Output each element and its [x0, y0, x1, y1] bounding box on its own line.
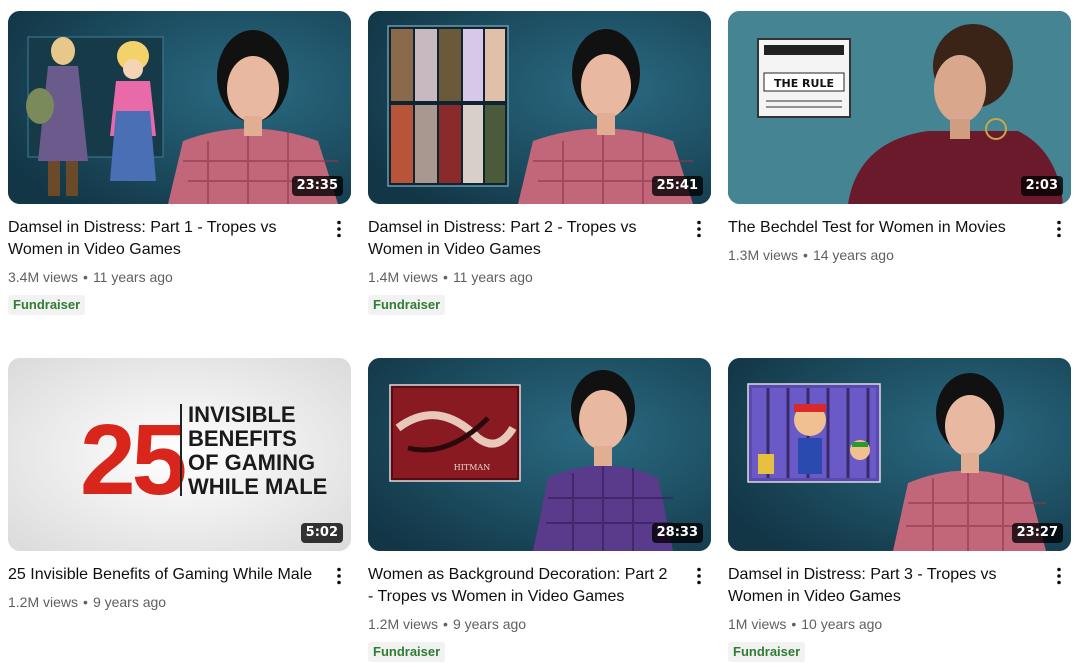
view-count: 1.2M views	[8, 594, 79, 610]
sign-title: THE RULE	[774, 77, 834, 90]
thumb-line-4: WHILE MALE	[188, 474, 327, 499]
separator-dot: •	[83, 594, 88, 610]
video-stats: 1.2M views • 9 years ago	[8, 592, 317, 612]
video-title[interactable]: Damsel in Distress: Part 1 - Tropes vs W…	[8, 217, 317, 261]
thumb-line-3: OF GAMING	[188, 450, 315, 475]
video-card[interactable]: 23:35 Damsel in Distress: Part 1 - Trope…	[8, 11, 351, 315]
upload-age: 9 years ago	[452, 616, 527, 632]
more-vert-icon[interactable]	[1047, 564, 1071, 588]
view-count: 1M views	[728, 616, 787, 632]
video-title[interactable]: Women as Background Decoration: Part 2 -…	[368, 564, 677, 608]
more-vert-icon[interactable]	[327, 564, 351, 588]
fundraiser-badge: Fundraiser	[8, 295, 86, 315]
upload-age: 11 years ago	[452, 269, 533, 285]
video-title[interactable]: 25 Invisible Benefits of Gaming While Ma…	[8, 564, 317, 586]
more-vert-icon[interactable]	[1047, 217, 1071, 241]
video-card[interactable]: 25 INVISIBLE BENEFITS OF GAMING WHILE MA…	[8, 358, 351, 612]
fundraiser-badge: Fundraiser	[368, 642, 446, 662]
upload-age: 10 years ago	[801, 616, 883, 632]
video-card[interactable]: HITMAN 28:33 Women as Background Decorat…	[368, 358, 711, 662]
video-thumbnail[interactable]: 23:27	[728, 358, 1071, 551]
video-meta: The Bechdel Test for Women in Movies 1.3…	[728, 217, 1071, 265]
video-thumbnail[interactable]: 25 INVISIBLE BENEFITS OF GAMING WHILE MA…	[8, 358, 351, 551]
separator-dot: •	[443, 616, 448, 632]
video-stats: 1.2M views • 9 years ago	[368, 614, 677, 634]
view-count: 3.4M views	[8, 269, 79, 285]
duration-badge: 23:27	[1011, 523, 1063, 543]
duration-badge: 23:35	[291, 176, 343, 196]
more-vert-icon[interactable]	[687, 217, 711, 241]
separator-dot: •	[443, 269, 448, 285]
separator-dot: •	[791, 616, 797, 632]
view-count: 1.3M views	[728, 247, 799, 263]
separator-dot: •	[803, 247, 808, 263]
more-vert-icon[interactable]	[687, 564, 711, 588]
thumb-line-2: BENEFITS	[188, 426, 297, 451]
duration-badge: 2:03	[1020, 176, 1063, 196]
video-meta: 25 Invisible Benefits of Gaming While Ma…	[8, 564, 351, 612]
view-count: 1.2M views	[368, 616, 439, 632]
thumbnail-image: 25 INVISIBLE BENEFITS OF GAMING WHILE MA…	[8, 358, 351, 551]
duration-badge: 5:02	[300, 523, 343, 543]
upload-age: 11 years ago	[92, 269, 173, 285]
separator-dot: •	[83, 269, 88, 285]
video-meta: Women as Background Decoration: Part 2 -…	[368, 564, 711, 662]
video-stats: 1M views • 10 years ago	[728, 614, 1037, 634]
video-stats: 1.4M views • 11 years ago	[368, 267, 677, 287]
video-card[interactable]: THE RULE 2:03 The Bechdel Test for Women…	[728, 11, 1071, 265]
video-card[interactable]: 25:41 Damsel in Distress: Part 2 - Trope…	[368, 11, 711, 315]
upload-age: 14 years ago	[812, 247, 894, 263]
video-thumbnail[interactable]: HITMAN 28:33	[368, 358, 711, 551]
upload-age: 9 years ago	[92, 594, 167, 610]
video-thumbnail[interactable]: THE RULE 2:03	[728, 11, 1071, 204]
more-vert-icon[interactable]	[327, 217, 351, 241]
video-title[interactable]: The Bechdel Test for Women in Movies	[728, 217, 1037, 239]
video-title[interactable]: Damsel in Distress: Part 3 - Tropes vs W…	[728, 564, 1037, 608]
video-meta: Damsel in Distress: Part 3 - Tropes vs W…	[728, 564, 1071, 662]
video-thumbnail[interactable]: 25:41	[368, 11, 711, 204]
thumbnail-image: THE RULE	[728, 11, 1071, 204]
video-stats: 1.3M views • 14 years ago	[728, 245, 1037, 265]
duration-badge: 28:33	[651, 523, 703, 543]
fundraiser-badge: Fundraiser	[368, 295, 446, 315]
view-count: 1.4M views	[368, 269, 439, 285]
duration-badge: 25:41	[651, 176, 703, 196]
video-stats: 3.4M views • 11 years ago	[8, 267, 317, 287]
video-title[interactable]: Damsel in Distress: Part 2 - Tropes vs W…	[368, 217, 677, 261]
thumb-line-1: INVISIBLE	[188, 402, 296, 427]
big-number-25: 25	[80, 404, 185, 516]
video-meta: Damsel in Distress: Part 2 - Tropes vs W…	[368, 217, 711, 315]
video-thumbnail[interactable]: 23:35	[8, 11, 351, 204]
fundraiser-badge: Fundraiser	[728, 642, 806, 662]
video-card[interactable]: 23:27 Damsel in Distress: Part 3 - Trope…	[728, 358, 1071, 662]
video-meta: Damsel in Distress: Part 1 - Tropes vs W…	[8, 217, 351, 315]
poster-word: HITMAN	[454, 463, 490, 472]
